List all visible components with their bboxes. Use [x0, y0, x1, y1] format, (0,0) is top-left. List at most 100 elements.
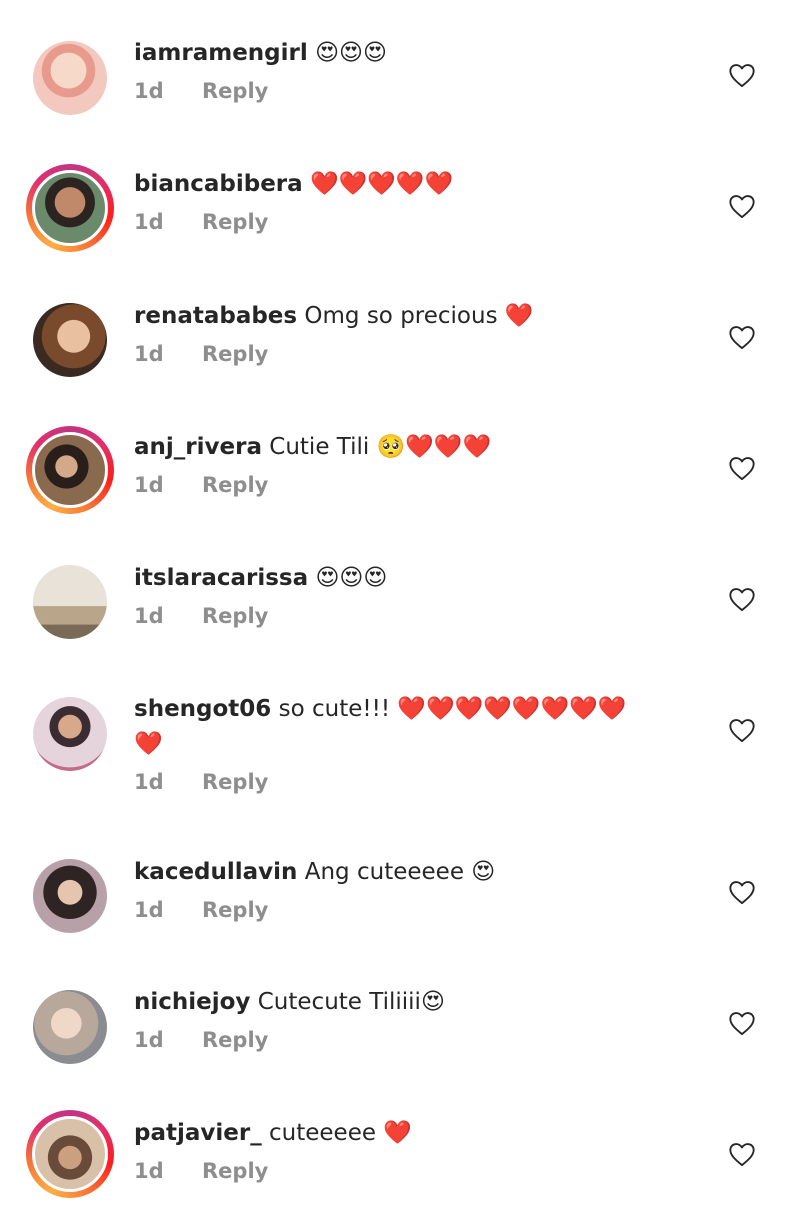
- reply-button[interactable]: Reply: [202, 79, 268, 103]
- heart-outline-icon: [729, 1012, 755, 1036]
- comment-body: kacedullavin Ang cuteeeee 😍 1d Reply: [134, 855, 704, 922]
- comment-text: ❤️❤️❤️❤️❤️: [309, 171, 454, 197]
- avatar-image: [33, 565, 107, 639]
- avatar[interactable]: [26, 983, 114, 1071]
- comment-meta: 1d Reply: [134, 1159, 704, 1183]
- comment-body: anj_rivera Cutie Tili 🥺❤️❤️❤️ 1d Reply: [134, 430, 704, 497]
- reply-button[interactable]: Reply: [202, 898, 268, 922]
- comment-body: iamramengirl 😍😍😍 1d Reply: [134, 36, 704, 103]
- comment-line: kacedullavin Ang cuteeeee 😍: [134, 855, 704, 890]
- comment-meta: 1d Reply: [134, 1028, 704, 1052]
- comment-text-continued: ❤️: [134, 731, 163, 757]
- reply-button[interactable]: Reply: [202, 342, 268, 366]
- avatar-story-ring[interactable]: [26, 426, 114, 514]
- avatar-image: [32, 1116, 108, 1192]
- comment-line: biancabibera ❤️❤️❤️❤️❤️: [134, 167, 704, 202]
- comment-body: patjavier_ cuteeeee ❤️ 1d Reply: [134, 1116, 704, 1183]
- comment-line: shengot06 so cute!!! ❤️❤️❤️❤️❤️❤️❤️❤️: [134, 692, 704, 727]
- comment-username[interactable]: patjavier_: [134, 1120, 262, 1146]
- comment-username[interactable]: itslaracarissa: [134, 565, 308, 591]
- comment-timestamp: 1d: [134, 1159, 164, 1183]
- reply-button[interactable]: Reply: [202, 604, 268, 628]
- comment-username[interactable]: renatababes: [134, 303, 297, 329]
- like-button[interactable]: [728, 586, 756, 612]
- comment-timestamp: 1d: [134, 473, 164, 497]
- avatar-story-ring[interactable]: [26, 1110, 114, 1198]
- comment-username[interactable]: nichiejoy: [134, 989, 250, 1015]
- avatar-story-ring[interactable]: [26, 164, 114, 252]
- comment-text: Omg so precious ❤️: [304, 303, 534, 329]
- comment-timestamp: 1d: [134, 342, 164, 366]
- heart-outline-icon: [729, 588, 755, 612]
- comment-body: shengot06 so cute!!! ❤️❤️❤️❤️❤️❤️❤️❤️ ❤️…: [134, 692, 704, 794]
- comment-meta: 1d Reply: [134, 342, 704, 366]
- avatar-image: [33, 990, 107, 1064]
- comment-line-2: ❤️: [134, 727, 704, 762]
- comment-line: iamramengirl 😍😍😍: [134, 36, 704, 71]
- comment-meta: 1d Reply: [134, 770, 704, 794]
- like-button[interactable]: [728, 717, 756, 743]
- comment-body: renatababes Omg so precious ❤️ 1d Reply: [134, 299, 704, 366]
- heart-outline-icon: [729, 719, 755, 743]
- comment-text: 😍😍😍: [315, 40, 387, 66]
- reply-button[interactable]: Reply: [202, 473, 268, 497]
- reply-button[interactable]: Reply: [202, 1028, 268, 1052]
- heart-outline-icon: [729, 326, 755, 350]
- avatar[interactable]: [26, 296, 114, 384]
- like-button[interactable]: [728, 324, 756, 350]
- heart-outline-icon: [729, 457, 755, 481]
- comment-line: itslaracarissa 😍😍😍: [134, 561, 704, 596]
- avatar[interactable]: [26, 852, 114, 940]
- comment-username[interactable]: biancabibera: [134, 171, 303, 197]
- like-button[interactable]: [728, 193, 756, 219]
- comment-timestamp: 1d: [134, 898, 164, 922]
- like-button[interactable]: [728, 455, 756, 481]
- avatar-image: [33, 859, 107, 933]
- comment-text: so cute!!! ❤️❤️❤️❤️❤️❤️❤️❤️: [278, 696, 627, 722]
- comment-line: patjavier_ cuteeeee ❤️: [134, 1116, 704, 1151]
- comment-list: iamramengirl 😍😍😍 1d Reply biancabibera ❤…: [0, 0, 800, 1217]
- like-button[interactable]: [728, 879, 756, 905]
- like-button[interactable]: [728, 1010, 756, 1036]
- comment-body: nichiejoy Cutecute Tiliiii😍 1d Reply: [134, 985, 704, 1052]
- comment-username[interactable]: kacedullavin: [134, 859, 297, 885]
- avatar-image: [33, 303, 107, 377]
- comment-line: anj_rivera Cutie Tili 🥺❤️❤️❤️: [134, 430, 704, 465]
- comment-body: itslaracarissa 😍😍😍 1d Reply: [134, 561, 704, 628]
- comment-text: 😍😍😍: [315, 565, 388, 591]
- comment-line: nichiejoy Cutecute Tiliiii😍: [134, 985, 704, 1020]
- heart-outline-icon: [729, 64, 755, 88]
- heart-outline-icon: [729, 195, 755, 219]
- comment-username[interactable]: anj_rivera: [134, 434, 262, 460]
- like-button[interactable]: [728, 1141, 756, 1167]
- reply-button[interactable]: Reply: [202, 1159, 268, 1183]
- avatar-image: [33, 41, 107, 115]
- like-button[interactable]: [728, 62, 756, 88]
- avatar-image: [32, 170, 108, 246]
- comment-text: Cutecute Tiliiii😍: [257, 989, 445, 1015]
- avatar[interactable]: [26, 558, 114, 646]
- comment-timestamp: 1d: [134, 1028, 164, 1052]
- comment-timestamp: 1d: [134, 79, 164, 103]
- comment-body: biancabibera ❤️❤️❤️❤️❤️ 1d Reply: [134, 167, 704, 234]
- comment-text: Cutie Tili 🥺❤️❤️❤️: [269, 434, 492, 460]
- avatar[interactable]: [26, 34, 114, 122]
- reply-button[interactable]: Reply: [202, 210, 268, 234]
- comment-meta: 1d Reply: [134, 473, 704, 497]
- reply-button[interactable]: Reply: [202, 770, 268, 794]
- avatar-image: [32, 432, 108, 508]
- comment-timestamp: 1d: [134, 210, 164, 234]
- comment-username[interactable]: iamramengirl: [134, 40, 308, 66]
- heart-outline-icon: [729, 1143, 755, 1167]
- comment-line: renatababes Omg so precious ❤️: [134, 299, 704, 334]
- comment-username[interactable]: shengot06: [134, 696, 271, 722]
- comment-timestamp: 1d: [134, 604, 164, 628]
- comment-meta: 1d Reply: [134, 604, 704, 628]
- comment-meta: 1d Reply: [134, 898, 704, 922]
- comment-timestamp: 1d: [134, 770, 164, 794]
- avatar[interactable]: [26, 690, 114, 778]
- comment-text: cuteeeee ❤️: [269, 1120, 412, 1146]
- avatar-image: [33, 697, 107, 771]
- comment-meta: 1d Reply: [134, 210, 704, 234]
- comment-text: Ang cuteeeee 😍: [304, 859, 496, 885]
